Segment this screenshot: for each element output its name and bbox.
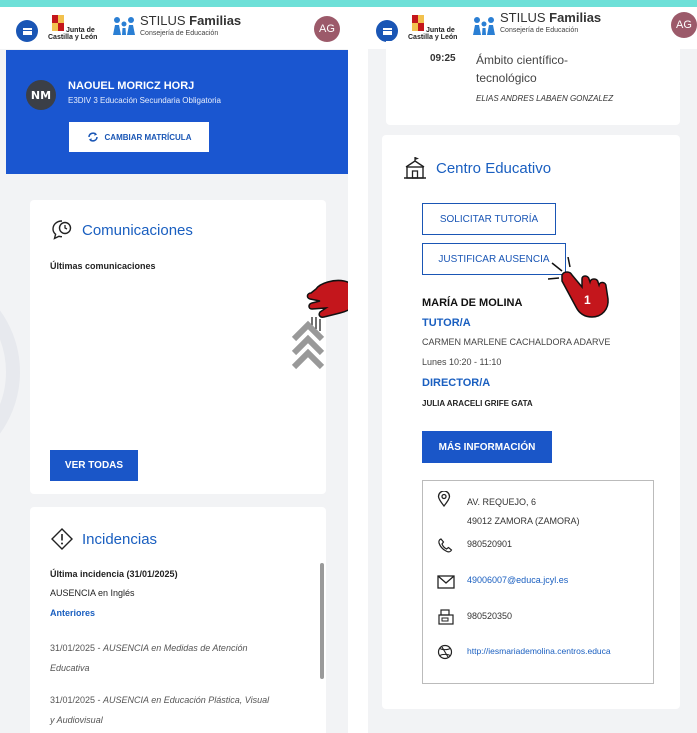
logo-text-line1: Junta de	[66, 27, 95, 34]
chat-clock-icon	[52, 220, 72, 240]
incidents-title: Incidencias	[82, 530, 158, 548]
more-info-button[interactable]: MÁS INFORMACIÓN	[422, 431, 552, 463]
change-enrollment-button[interactable]: CAMBIAR MATRÍCULA	[69, 122, 209, 152]
last-incident-label: Última incidencia (31/01/2025)	[50, 569, 178, 579]
warning-diamond-icon	[51, 528, 73, 550]
schedule-time: 09:25	[430, 53, 456, 64]
schedule-teacher: ELIAS ANDRES LABAEN GONZALEZ	[476, 94, 614, 103]
school-card: Centro Educativo SOLICITAR TUTORÍA JUSTI…	[382, 135, 680, 709]
refresh-icon	[87, 132, 98, 142]
incident-item: 31/01/2025 - AUSENCIA en Educación Plást…	[50, 695, 270, 725]
view-all-button[interactable]: VER TODAS	[50, 450, 138, 481]
fax-icon	[438, 609, 454, 625]
website-link[interactable]: http://iesmariademolina.centros.educa	[467, 646, 611, 656]
student-course: E3DIV 3 Educación Secundaria Obligatoria	[68, 96, 221, 105]
menu-icon	[382, 27, 392, 35]
tutor-name: CARMEN MARLENE CACHALDORA ADARVE	[422, 337, 611, 347]
family-icon	[113, 17, 135, 35]
brand: STILUS Familias Consejería de Educación	[500, 10, 601, 34]
change-enrollment-label: CAMBIAR MATRÍCULA	[104, 132, 192, 142]
decorative-ring	[0, 267, 20, 477]
incidents-scrollbar[interactable]	[320, 563, 324, 679]
previous-incidents-link[interactable]: Anteriores	[50, 608, 95, 618]
communications-title: Comunicaciones	[82, 221, 193, 239]
menu-button[interactable]	[16, 20, 38, 42]
email-link[interactable]: 49006007@educa.jcyl.es	[467, 575, 568, 585]
user-avatar[interactable]: AG	[314, 16, 340, 42]
brand-subtitle: Consejería de Educación	[500, 27, 579, 34]
phone-icon	[438, 538, 453, 553]
phone-screen-right: Junta de Castilla y León STILUS Familias…	[368, 7, 697, 733]
school-name: MARÍA DE MOLINA	[422, 297, 523, 309]
logo-text-line1: Junta de	[426, 27, 455, 34]
tap-gesture-icon	[548, 257, 609, 318]
phone-screen-left: Junta de Castilla y León STILUS Familias…	[0, 7, 348, 733]
menu-icon	[22, 27, 32, 35]
family-icon	[473, 17, 495, 35]
brand-bold: Familias	[189, 13, 242, 28]
student-name: NAOUEL MORICZ HORJ	[68, 80, 195, 92]
request-tutoring-button[interactable]: SOLICITAR TUTORÍA	[422, 203, 556, 235]
director-name: JULIA ARACELI GRIFE GATA	[422, 399, 533, 408]
incident-item: 31/01/2025 - AUSENCIA en Medidas de Aten…	[50, 643, 248, 673]
brand-bold: Familias	[549, 10, 602, 25]
director-label: DIRECTOR/A	[422, 377, 491, 389]
schedule-subject: Ámbito científico- tecnológico	[476, 53, 569, 85]
logo-text-line2: Castilla y León	[48, 34, 98, 41]
last-incident-detail: AUSENCIA en Inglés	[50, 588, 135, 598]
globe-icon	[437, 644, 453, 660]
school-title: Centro Educativo	[436, 159, 552, 177]
junta-logo: Junta de Castilla y León	[48, 13, 106, 45]
logo-text-line2: Castilla y León	[408, 34, 458, 41]
swipe-up-gesture-icon	[291, 279, 348, 370]
brand-light: STILUS	[500, 10, 550, 25]
contact-box: AV. REQUEJO, 6 49012 ZAMORA (ZAMORA) 980…	[422, 480, 654, 684]
justify-absence-button[interactable]: JUSTIFICAR AUSENCIA	[422, 243, 566, 275]
brand-subtitle: Consejería de Educación	[140, 30, 219, 37]
menu-button[interactable]	[376, 20, 398, 42]
user-avatar[interactable]: AG	[671, 12, 697, 38]
student-band: NM NAOUEL MORICZ HORJ E3DIV 3 Educación …	[6, 50, 348, 174]
brand: STILUS Familias Consejería de Educación	[140, 13, 241, 37]
school-building-icon	[404, 157, 426, 179]
location-pin-icon	[437, 491, 451, 507]
phone-number[interactable]: 980520901	[467, 539, 512, 549]
incidents-card: Incidencias Última incidencia (31/01/202…	[30, 507, 326, 733]
communications-card: Comunicaciones Últimas comunicaciones VE…	[30, 200, 326, 494]
student-avatar: NM	[26, 80, 56, 110]
top-band	[0, 0, 697, 7]
step-number-badge: 1	[584, 293, 591, 307]
address: AV. REQUEJO, 6 49012 ZAMORA (ZAMORA)	[467, 497, 580, 526]
tutor-hours: Lunes 10:20 - 11:10	[422, 357, 502, 367]
fax-number: 980520350	[467, 611, 513, 621]
tutor-label: TUTOR/A	[422, 317, 471, 329]
app-header: Junta de Castilla y León STILUS Familias…	[0, 7, 348, 49]
schedule-card: 09:25 Ámbito científico- tecnológico ELI…	[386, 41, 680, 125]
mail-icon	[437, 575, 455, 589]
communications-subtitle: Últimas comunicaciones	[50, 261, 156, 271]
brand-light: STILUS	[140, 13, 190, 28]
